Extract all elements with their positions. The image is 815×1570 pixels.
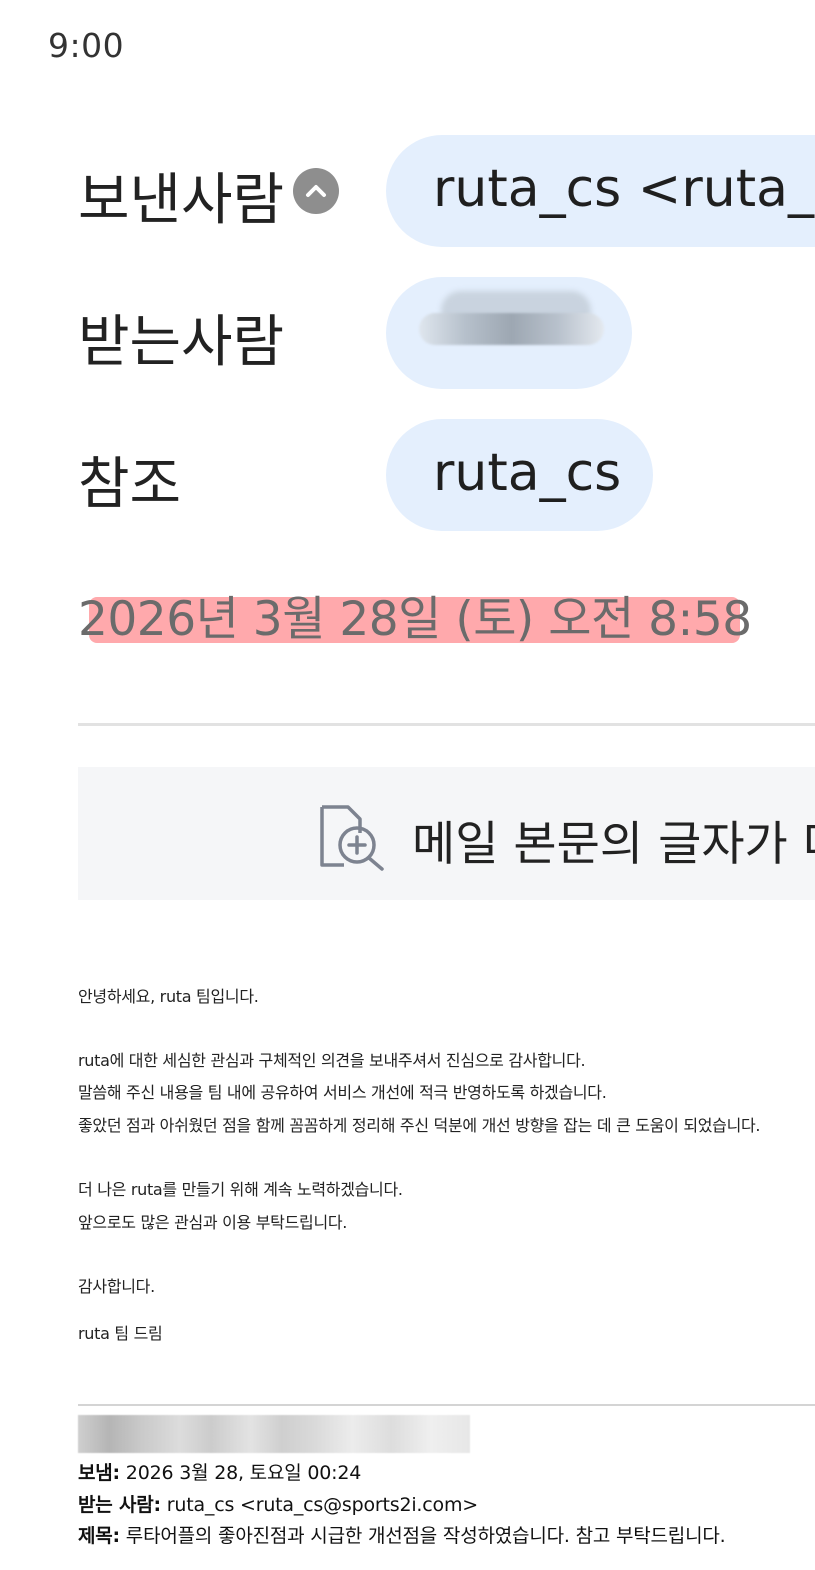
cc-chip[interactable]: ruta_cs: [386, 419, 653, 531]
cc-label: 참조: [78, 452, 182, 517]
zoom-document-icon: [320, 805, 384, 871]
quoted-to-label: 받는 사람:: [78, 1494, 161, 1516]
quoted-sent-label: 보냄:: [78, 1462, 120, 1484]
body-greeting: 안녕하세요, ruta 팀입니다.: [78, 987, 259, 1006]
body-paragraph: 좋았던 점과 아쉬웠던 점을 함께 꼼꼼하게 정리해 주신 덕분에 개선 방향을…: [78, 1116, 761, 1135]
header-divider: [78, 723, 815, 726]
quoted-subject-line: 제목: 루타어플의 좋아진점과 시급한 개선점을 작성하였습니다. 참고 부탁드…: [78, 1521, 726, 1548]
quoted-subject-value: 루타어플의 좋아진점과 시급한 개선점을 작성하였습니다. 참고 부탁드립니다.: [119, 1525, 726, 1547]
cc-chip-text: ruta_cs: [433, 443, 622, 503]
chevron-up-icon: [306, 185, 326, 197]
redacted-sender-line: [78, 1415, 470, 1453]
body-paragraph: 말씀해 주신 내용을 팀 내에 공유하여 서비스 개선에 적극 반영하도록 하겠…: [78, 1083, 607, 1102]
body-paragraph: 앞으로도 많은 관심과 이용 부탁드립니다.: [78, 1213, 348, 1232]
mail-date: 2026년 3월 28일 (토) 오전 8:58: [78, 592, 752, 647]
sender-chip-text: ruta_cs <ruta_cs@sports2i.com>: [433, 159, 815, 219]
collapse-header-button[interactable]: [293, 168, 339, 214]
quote-divider: [78, 1404, 815, 1406]
quoted-to-value: ruta_cs <ruta_cs@sports2i.com>: [160, 1494, 478, 1516]
quoted-to-line: 받는 사람: ruta_cs <ruta_cs@sports2i.com>: [78, 1490, 478, 1517]
body-paragraph: 더 나은 ruta를 만들기 위해 계속 노력하겠습니다.: [78, 1180, 403, 1199]
status-time: 9:00: [48, 26, 125, 65]
body-signature: ruta 팀 드림: [78, 1324, 163, 1343]
from-label: 보낸사람: [78, 168, 285, 233]
redacted-recipient-blur: [419, 313, 604, 345]
banner-text: 메일 본문의 글자가 다 보이지 않나요?: [412, 817, 815, 872]
body-thanks: 감사합니다.: [78, 1277, 155, 1296]
to-label: 받는사람: [78, 310, 285, 375]
body-paragraph: ruta에 대한 세심한 관심과 구체적인 의견을 보내주셔서 진심으로 감사합…: [78, 1051, 586, 1070]
sender-chip[interactable]: ruta_cs <ruta_cs@sports2i.com>: [386, 135, 815, 247]
recipient-chip[interactable]: [386, 277, 632, 389]
text-size-banner[interactable]: 메일 본문의 글자가 다 보이지 않나요?: [78, 767, 815, 900]
quoted-sent-value: 2026 3월 28, 토요일 00:24: [119, 1462, 362, 1484]
quoted-sent-line: 보냄: 2026 3월 28, 토요일 00:24: [78, 1458, 361, 1485]
quoted-subject-label: 제목:: [78, 1525, 120, 1547]
